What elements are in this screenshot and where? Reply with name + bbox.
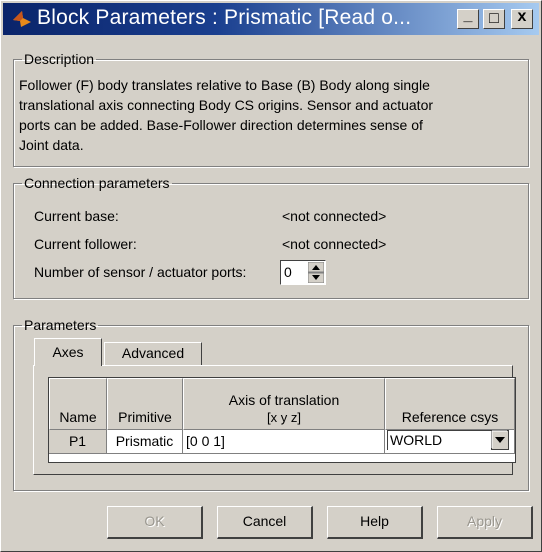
- reference-csys-select[interactable]: WORLD: [385, 430, 515, 454]
- reference-csys-value[interactable]: WORLD: [387, 430, 491, 450]
- maximize-icon: □: [489, 10, 499, 27]
- connection-legend: Connection parameters: [24, 175, 170, 191]
- ok-label: OK: [144, 513, 165, 529]
- description-line: Joint data.: [19, 137, 84, 153]
- axis-input[interactable]: [0 0 1]: [183, 430, 385, 454]
- parameters-legend: Parameters: [24, 317, 97, 333]
- simulink-logo-icon: [13, 11, 31, 27]
- description-line: ports can be added. Base-Follower direct…: [19, 117, 423, 133]
- current-follower-value: <not connected>: [282, 236, 387, 252]
- tab-axes-label: Axes: [52, 344, 84, 360]
- description-legend: Description: [24, 51, 95, 67]
- minimize-icon: _: [463, 7, 473, 24]
- description-text: Follower (F) body translates relative to…: [19, 75, 519, 155]
- description-line: Follower (F) body translates relative to…: [19, 77, 430, 93]
- column-header-primitive: Primitive: [107, 378, 183, 430]
- current-base-value: <not connected>: [282, 208, 387, 224]
- window-title: Block Parameters : Prismatic [Read o...: [37, 6, 412, 29]
- column-header-name-text: Name: [59, 409, 97, 425]
- ok-button[interactable]: OK: [107, 506, 203, 539]
- help-button[interactable]: Help: [327, 506, 423, 539]
- close-icon: x: [517, 8, 527, 25]
- spinner-arrows-icon[interactable]: [307, 261, 325, 284]
- axes-table: Name Primitive Axis of translation [x y …: [48, 377, 516, 463]
- minimize-button[interactable]: _: [457, 7, 479, 29]
- column-header-axis-line2: [x y z]: [267, 410, 301, 425]
- row-axis-text[interactable]: [0 0 1]: [186, 433, 225, 449]
- tab-advanced-label: Advanced: [121, 345, 185, 361]
- block-parameters-dialog: Block Parameters : Prismatic [Read o... …: [0, 0, 542, 552]
- row-primitive-text: Prismatic: [115, 433, 174, 449]
- cancel-button[interactable]: Cancel: [217, 506, 313, 539]
- ports-value[interactable]: 0: [284, 264, 292, 280]
- table-row-primitive: Prismatic: [107, 430, 183, 454]
- tab-advanced[interactable]: Advanced: [104, 342, 202, 365]
- column-header-axis: Axis of translation [x y z]: [183, 378, 385, 430]
- chevron-down-icon[interactable]: [491, 430, 509, 450]
- row-name-text: P1: [68, 433, 87, 449]
- column-header-name: Name: [49, 378, 107, 430]
- column-header-reference-text: Reference csys: [401, 409, 499, 425]
- column-header-reference: Reference csys: [385, 378, 515, 430]
- column-header-axis-line1: Axis of translation: [228, 392, 340, 408]
- help-label: Help: [360, 513, 389, 529]
- tab-axes[interactable]: Axes: [34, 338, 102, 366]
- maximize-button[interactable]: □: [483, 9, 505, 29]
- table-row-name: P1: [49, 430, 107, 454]
- close-button[interactable]: x: [511, 8, 533, 29]
- ports-label: Number of sensor / actuator ports:: [34, 264, 247, 280]
- current-follower-label: Current follower:: [34, 236, 137, 252]
- spinner-buttons: [307, 261, 325, 284]
- current-base-label: Current base:: [34, 208, 119, 224]
- apply-button[interactable]: Apply: [437, 506, 533, 539]
- ports-spinner[interactable]: 0: [280, 260, 326, 285]
- column-header-primitive-text: Primitive: [118, 409, 172, 425]
- cancel-label: Cancel: [242, 513, 287, 529]
- apply-label: Apply: [466, 513, 503, 529]
- title-bar[interactable]: Block Parameters : Prismatic [Read o... …: [3, 3, 539, 35]
- description-line: translational axis connecting Body CS or…: [19, 97, 434, 113]
